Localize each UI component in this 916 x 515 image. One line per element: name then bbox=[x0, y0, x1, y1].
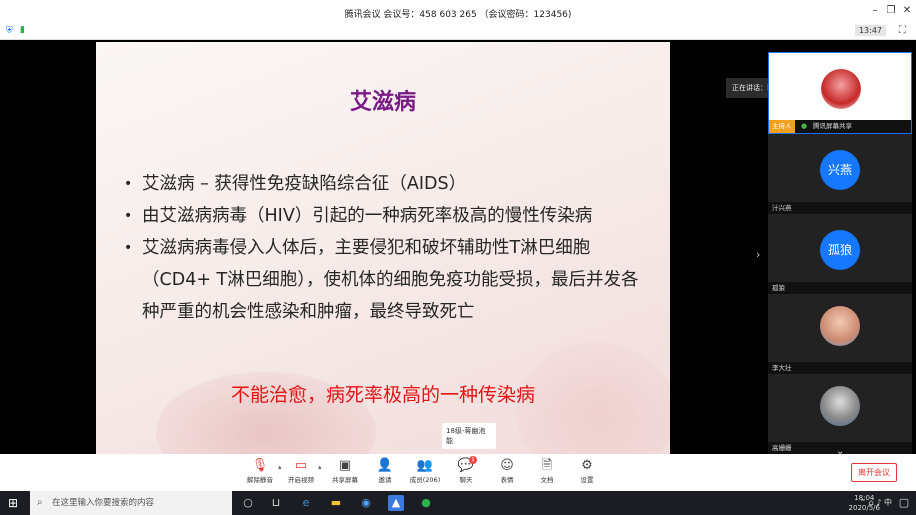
window-title: 腾讯会议 会议号：458 603 265 （会议密码：123456) bbox=[344, 10, 572, 20]
slide-bullets: • 艾滋病 – 获得性免疫缺陷综合征（AIDS） • 由艾滋病病毒（HIV）引起的一… bbox=[124, 168, 654, 328]
unmute-button[interactable]: 🎙 解除静音 bbox=[240, 458, 280, 484]
signal-icon[interactable]: ▮ bbox=[20, 25, 25, 35]
screen-share-icon: ▣ bbox=[338, 458, 352, 473]
chevron-right-icon[interactable]: › bbox=[756, 248, 760, 261]
chevron-up-icon[interactable]: ▴ bbox=[318, 463, 322, 471]
minimize-button[interactable]: – bbox=[868, 4, 882, 18]
chat-button[interactable]: 💬 1 聊天 bbox=[446, 456, 486, 484]
taskbar-clock[interactable]: 18:04 2020/5/6 bbox=[849, 493, 880, 513]
share-screen-button[interactable]: ▣ 共享屏幕 bbox=[325, 458, 365, 484]
wechat-icon[interactable]: ● bbox=[418, 495, 434, 511]
emoji-button[interactable]: ☺ 表情 bbox=[487, 458, 527, 484]
host-status: 腾讯屏幕共享 bbox=[813, 122, 852, 130]
participant-tile[interactable]: 兴燕 汁兴燕 bbox=[768, 134, 912, 214]
notification-icon[interactable]: ▢ bbox=[896, 495, 912, 511]
bullet-item: • 艾滋病病毒侵入人体后，主要侵犯和破坏辅助性T淋巴细胞（CD4+ T淋巴细胞），… bbox=[124, 238, 639, 322]
title-bar: 腾讯会议 会议号：458 603 265 （会议密码：123456) – ❐ ✕ bbox=[0, 0, 916, 24]
close-button[interactable]: ✕ bbox=[900, 4, 914, 18]
slide-callout: 不能治愈，病死率极高的一种传染病 bbox=[230, 384, 535, 406]
os-taskbar: ⊞ ⌕ 在这里输入你要搜索的内容 ○ ⊔ e ▬ ◉ ▲ ● ⌃ ⌂ ♪ 中 1… bbox=[0, 491, 916, 515]
tencent-meeting-icon[interactable]: ▲ bbox=[388, 495, 404, 511]
emoji-icon: ☺ bbox=[500, 458, 514, 473]
leave-meeting-button[interactable]: 离开会议 bbox=[851, 463, 897, 482]
fullscreen-icon[interactable]: ⛶ bbox=[899, 25, 906, 36]
participant-tile[interactable]: 高姗姗 bbox=[768, 374, 912, 454]
mic-icon: ● bbox=[801, 122, 808, 130]
start-video-button[interactable]: ▭ 开启视频 bbox=[281, 458, 321, 484]
restore-button[interactable]: ❐ bbox=[884, 4, 898, 18]
participant-name: 孤狼 bbox=[768, 282, 912, 294]
ime-indicator[interactable]: 中 bbox=[884, 498, 892, 507]
participant-name: 汁兴燕 bbox=[768, 202, 912, 214]
file-explorer-icon[interactable]: ▬ bbox=[328, 495, 344, 511]
bullet-item: • 由艾滋病病毒（HIV）引起的一种病死率极高的慢性传染病 bbox=[124, 206, 593, 226]
search-icon: ⌕ bbox=[37, 497, 43, 508]
participant-tile[interactable]: 李大壮 bbox=[768, 294, 912, 374]
taskbar-search-input[interactable]: ⌕ 在这里输入你要搜索的内容 bbox=[30, 491, 232, 515]
edge-icon[interactable]: e bbox=[298, 495, 314, 511]
invite-button[interactable]: 👤 邀请 bbox=[365, 458, 405, 484]
participant-name: 李大壮 bbox=[768, 362, 912, 374]
members-button[interactable]: 👥 成员(206) bbox=[405, 458, 445, 484]
avatar bbox=[821, 69, 861, 109]
settings-icon: ⚙ bbox=[581, 458, 593, 473]
app-icon[interactable]: ◉ bbox=[358, 495, 374, 511]
participant-tile-host[interactable]: 主持人 ● 腾讯屏幕共享 bbox=[768, 52, 912, 134]
participant-panel: 主持人 ● 腾讯屏幕共享 兴燕 汁兴燕 孤狼 孤狼 李大壮 高姗姗 bbox=[768, 52, 912, 454]
mic-muted-icon: 🎙 bbox=[251, 458, 269, 473]
presenter-name-tag: 18级-蒋幽池能 bbox=[442, 423, 496, 449]
host-badge: 主持人 bbox=[769, 120, 795, 133]
task-view-icon[interactable]: ○ bbox=[240, 495, 256, 511]
settings-button[interactable]: ⚙ 设置 bbox=[567, 458, 607, 484]
participant-tile[interactable]: 孤狼 孤狼 bbox=[768, 214, 912, 294]
avatar: 孤狼 bbox=[820, 230, 860, 270]
bullet-item: • 艾滋病 – 获得性免疫缺陷综合征（AIDS） bbox=[124, 174, 467, 194]
invite-icon: 👤 bbox=[376, 458, 394, 473]
members-icon: 👥 bbox=[416, 458, 434, 473]
document-icon: 🗎 bbox=[541, 458, 553, 473]
shield-icon[interactable]: ⛨ bbox=[6, 26, 13, 36]
meeting-timer: 13:47 bbox=[854, 25, 886, 36]
document-button[interactable]: 🗎 文档 bbox=[527, 458, 567, 484]
avatar bbox=[820, 386, 860, 426]
presentation-slide: 艾滋病 • 艾滋病 – 获得性免疫缺陷综合征（AIDS） • 由艾滋病病毒（HIV）… bbox=[96, 42, 670, 454]
unread-badge: 1 bbox=[469, 456, 477, 464]
meeting-status-row: ⛨ ▮ 13:47 ⛶ bbox=[0, 24, 916, 40]
slide-title: 艾滋病 bbox=[349, 90, 416, 115]
meeting-toolbar: 🎙 解除静音 ▴ ▭ 开启视频 ▴ ▣ 共享屏幕 👤 邀请 👥 成员(206) … bbox=[0, 454, 916, 491]
avatar: 兴燕 bbox=[820, 150, 860, 190]
multitask-icon[interactable]: ⊔ bbox=[268, 495, 284, 511]
avatar bbox=[820, 306, 860, 346]
windows-start-icon[interactable]: ⊞ bbox=[8, 496, 22, 510]
camera-off-icon: ▭ bbox=[294, 458, 308, 473]
